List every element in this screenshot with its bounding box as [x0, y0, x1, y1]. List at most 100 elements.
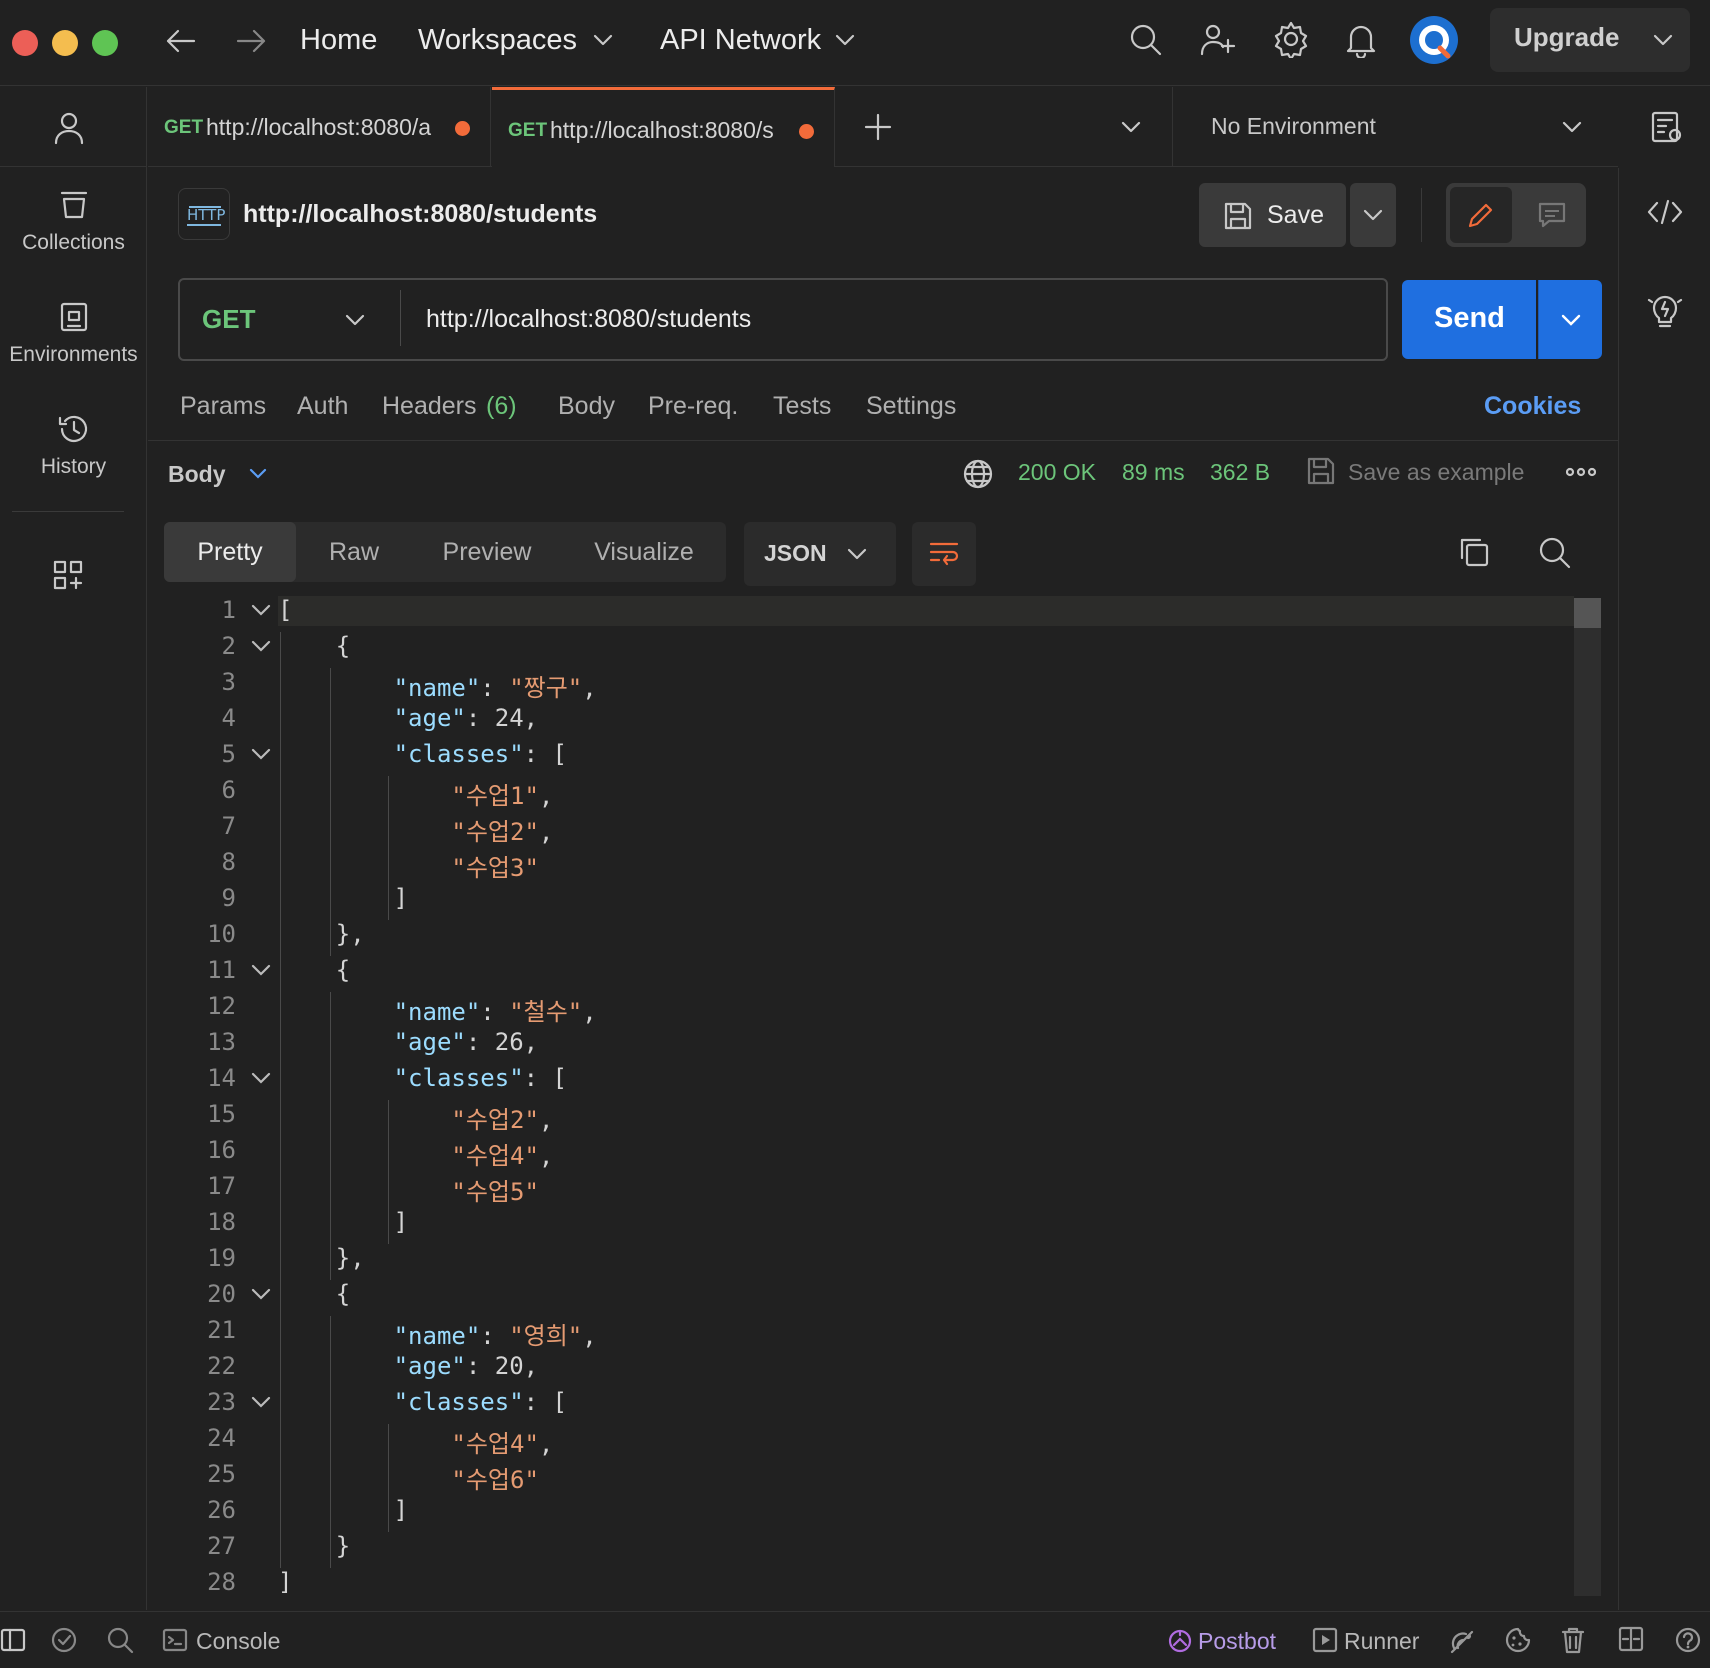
- user-workspace-button[interactable]: [0, 87, 147, 167]
- view-visualize[interactable]: Visualize: [562, 522, 726, 582]
- console-button[interactable]: Console: [196, 1628, 280, 1655]
- code-snippet-icon[interactable]: [1647, 198, 1683, 226]
- wrap-lines-button[interactable]: [912, 522, 976, 586]
- tab-body[interactable]: Body: [558, 392, 615, 421]
- request-tab-active[interactable]: GET http://localhost:8080/s: [492, 87, 835, 167]
- lightbulb-icon[interactable]: [1647, 292, 1683, 330]
- save-button[interactable]: Save: [1199, 183, 1346, 247]
- tab-prereq[interactable]: Pre-req.: [648, 392, 738, 421]
- help-icon[interactable]: [1674, 1626, 1702, 1654]
- more-options-icon[interactable]: [1566, 466, 1596, 478]
- tab-tests[interactable]: Tests: [773, 392, 831, 421]
- fold-chevron-icon[interactable]: [250, 602, 272, 618]
- globe-icon[interactable]: [962, 458, 994, 490]
- fold-chevron-icon[interactable]: [250, 962, 272, 978]
- nav-home[interactable]: Home: [300, 20, 377, 60]
- code-line: {: [278, 632, 351, 660]
- cookies-link[interactable]: Cookies: [1484, 392, 1581, 421]
- chevron-down-icon: [1560, 312, 1582, 328]
- save-as-example-button[interactable]: Save as example: [1348, 459, 1524, 486]
- view-raw[interactable]: Raw: [296, 522, 412, 582]
- tab-method: GET: [164, 117, 204, 138]
- window-minimize-button[interactable]: [52, 30, 78, 56]
- code-line: "classes": [: [393, 1064, 567, 1092]
- notification-bell-icon[interactable]: [1344, 22, 1378, 58]
- postbot-button[interactable]: Postbot: [1198, 1628, 1276, 1655]
- chevron-down-icon: [846, 546, 868, 562]
- response-code-editor[interactable]: 1 [2 {3 "name": "짱구", 4 "age": 24, 5 "class…: [164, 596, 1602, 1596]
- search-icon[interactable]: [1128, 22, 1164, 58]
- user-icon: [54, 111, 84, 145]
- trash-icon[interactable]: [1560, 1626, 1586, 1654]
- tab-headers[interactable]: Headers: [382, 392, 477, 421]
- forward-arrow-icon[interactable]: [234, 26, 268, 56]
- environment-quick-look-icon[interactable]: [1650, 110, 1684, 144]
- cookies-icon[interactable]: [1504, 1626, 1532, 1654]
- fold-chevron-icon[interactable]: [250, 1286, 272, 1302]
- search-response-icon[interactable]: [1538, 536, 1572, 570]
- find-icon[interactable]: [106, 1626, 134, 1654]
- indent-guide: [329, 668, 331, 956]
- code-line: "수업3": [451, 854, 539, 882]
- fold-chevron-icon[interactable]: [250, 638, 272, 654]
- nav-workspaces[interactable]: Workspaces: [418, 20, 577, 60]
- edit-mode-button[interactable]: [1450, 187, 1512, 243]
- tab-params[interactable]: Params: [180, 392, 266, 421]
- environment-selector[interactable]: No Environment: [1172, 87, 1618, 167]
- configure-sidebar-icon[interactable]: [52, 559, 84, 591]
- chevron-down-icon[interactable]: [248, 467, 268, 481]
- send-button[interactable]: Send: [1402, 280, 1536, 359]
- response-format-select[interactable]: JSON: [744, 522, 896, 586]
- line-number: 8: [221, 848, 236, 876]
- response-size[interactable]: 362 B: [1210, 459, 1270, 486]
- tab-settings[interactable]: Settings: [866, 392, 956, 421]
- chevron-down-icon[interactable]: [592, 32, 614, 48]
- response-body-label[interactable]: Body: [168, 461, 226, 488]
- tab-auth[interactable]: Auth: [297, 392, 348, 421]
- tab-list-chevron-icon[interactable]: [1120, 119, 1142, 135]
- back-arrow-icon[interactable]: [164, 26, 198, 56]
- request-tab[interactable]: GET http://localhost:8080/a: [148, 87, 491, 167]
- capture-requests-icon[interactable]: [1448, 1626, 1476, 1654]
- chevron-down-icon[interactable]: [1652, 32, 1674, 48]
- window-maximize-button[interactable]: [92, 30, 118, 56]
- avatar[interactable]: [1410, 16, 1458, 64]
- code-line: "수업4",: [451, 1142, 554, 1170]
- settings-gear-icon[interactable]: [1272, 20, 1310, 58]
- sidebar-item-history[interactable]: History: [0, 413, 147, 479]
- response-status[interactable]: 200 OK: [1018, 459, 1096, 486]
- url-input[interactable]: http://localhost:8080/students: [426, 305, 751, 334]
- upgrade-button[interactable]: Upgrade: [1490, 8, 1690, 72]
- runner-icon: [1312, 1627, 1338, 1653]
- response-time[interactable]: 89 ms: [1122, 459, 1185, 486]
- indent-guide: [329, 992, 331, 1280]
- nav-api-network[interactable]: API Network: [660, 20, 821, 60]
- line-number: 22: [207, 1352, 236, 1380]
- runner-button[interactable]: Runner: [1344, 1628, 1419, 1655]
- line-number: 13: [207, 1028, 236, 1056]
- method-select[interactable]: GET: [180, 280, 400, 359]
- send-options-button[interactable]: [1538, 280, 1602, 359]
- fold-chevron-icon[interactable]: [250, 1070, 272, 1086]
- copy-icon[interactable]: [1458, 536, 1490, 568]
- window-close-button[interactable]: [12, 30, 38, 56]
- sidebar-item-collections[interactable]: Collections: [0, 189, 147, 255]
- code-line: "classes": [: [393, 740, 567, 768]
- line-number: 9: [221, 884, 236, 912]
- view-preview[interactable]: Preview: [412, 522, 562, 582]
- view-pretty[interactable]: Pretty: [164, 522, 296, 582]
- invite-user-icon[interactable]: [1200, 22, 1236, 58]
- request-title[interactable]: http://localhost:8080/students: [243, 200, 597, 229]
- comment-mode-button[interactable]: [1522, 187, 1582, 243]
- new-tab-plus-icon[interactable]: [862, 111, 894, 143]
- line-number: 20: [207, 1280, 236, 1308]
- fold-chevron-icon[interactable]: [250, 1394, 272, 1410]
- two-pane-layout-icon[interactable]: [1618, 1626, 1644, 1652]
- chevron-down-icon[interactable]: [834, 32, 856, 48]
- line-number: 6: [221, 776, 236, 804]
- save-options-button[interactable]: [1350, 183, 1396, 247]
- connection-check-icon[interactable]: [50, 1626, 78, 1654]
- sidebar-item-environments[interactable]: Environments: [0, 301, 147, 367]
- toggle-sidebar-icon[interactable]: [0, 1628, 26, 1652]
- fold-chevron-icon[interactable]: [250, 746, 272, 762]
